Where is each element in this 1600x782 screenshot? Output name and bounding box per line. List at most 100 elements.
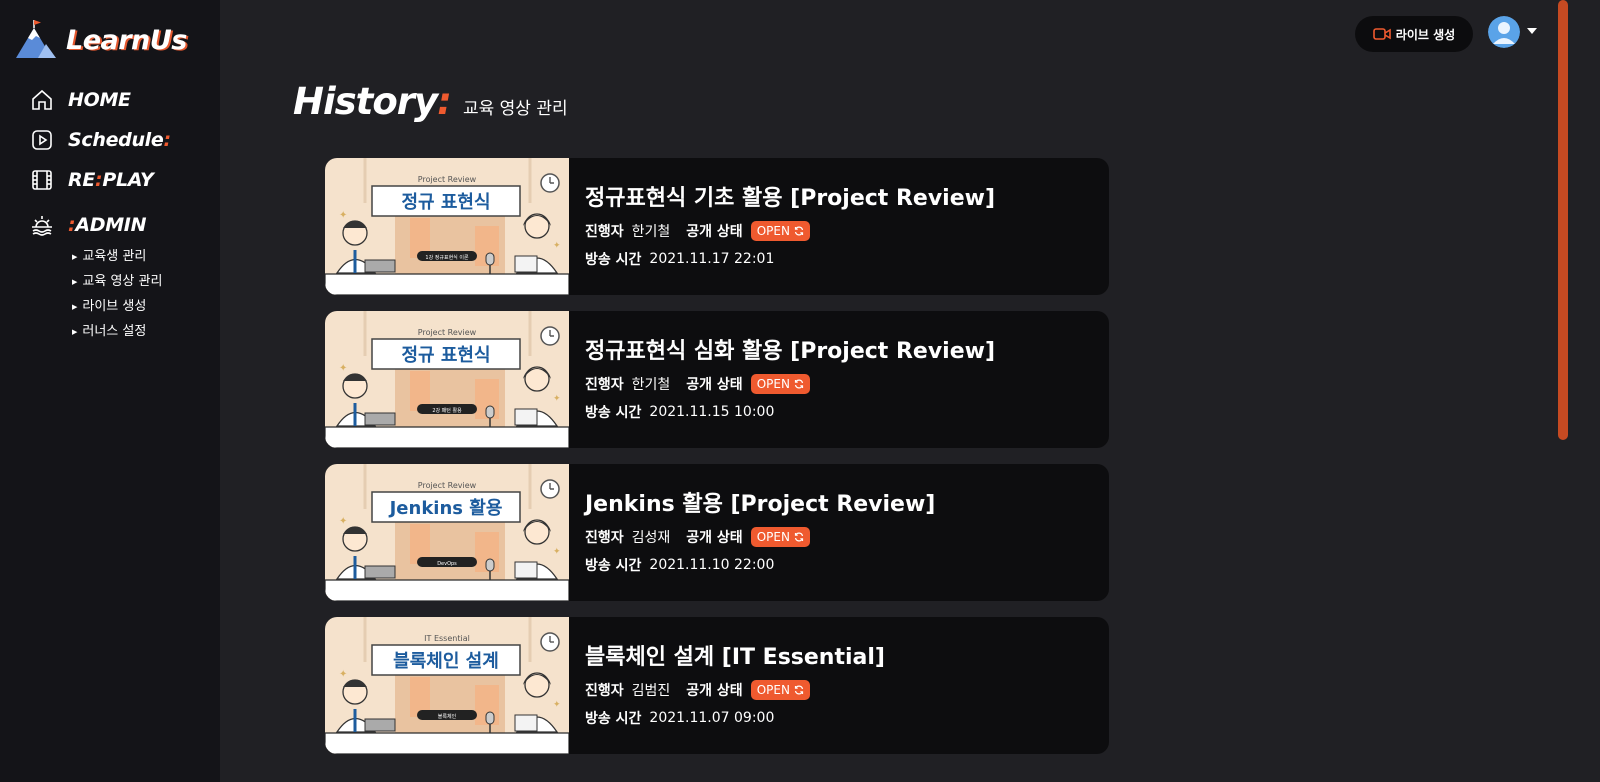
video-card[interactable]: Project Review Jenkins 활용 DevOps ✦ ✦ Jen…	[325, 464, 1109, 601]
sparkle-icon: ✦	[339, 210, 347, 221]
video-time-row: 방송 시간 2021.11.15 10:00	[585, 402, 774, 422]
admin-submenu: ▶ 교육생 관리 ▶ 교육 영상 관리 ▶ 라이브 생성 ▶ 러너스 설정	[72, 244, 162, 344]
nav-admin[interactable]: :ADMIN	[30, 213, 146, 237]
play-square-icon	[32, 130, 52, 150]
thumb-title: 블록체인 설계	[393, 651, 499, 672]
nav-home[interactable]: HOME	[30, 88, 131, 112]
film-icon	[32, 170, 52, 190]
nav-replay-suffix: PLAY	[102, 169, 154, 191]
thumb-series: IT Essential	[424, 634, 470, 643]
video-meta: 진행자 한기철 공개 상태 OPEN	[585, 221, 810, 241]
page-title-text: History	[293, 80, 438, 123]
thumb-series: Project Review	[418, 481, 477, 490]
time-value: 2021.11.07 09:00	[649, 710, 775, 726]
avatar[interactable]	[1488, 16, 1520, 48]
sparkle-icon: ✦	[553, 241, 561, 251]
status-badge[interactable]: OPEN	[750, 680, 810, 700]
thumb-tag: DevOps	[437, 561, 457, 567]
video-title[interactable]: Jenkins 활용 [Project Review]	[585, 486, 935, 518]
chevron-down-icon[interactable]	[1527, 28, 1537, 34]
page-subtitle: 교육 영상 관리	[462, 99, 568, 119]
video-card[interactable]: Project Review 정규 표현식 1강 정규표현식 이론 ✦ ✦ 정규…	[325, 158, 1109, 295]
thumb-tag: 블록체인	[438, 713, 457, 720]
page-title-colon: :	[437, 80, 452, 123]
video-title[interactable]: 정규표현식 기초 활용 [Project Review]	[585, 180, 995, 212]
refresh-icon	[794, 685, 804, 695]
caret-right-icon: ▶	[72, 302, 78, 311]
submenu-label: 교육생 관리	[82, 248, 147, 264]
video-meta: 진행자 김성재 공개 상태 OPEN	[585, 527, 810, 547]
nav-schedule-colon: :	[163, 129, 172, 151]
host-label: 진행자	[585, 683, 624, 699]
submenu-label: 라이브 생성	[82, 298, 147, 314]
thumb-title: 정규 표현식	[401, 345, 490, 366]
video-title[interactable]: 블록체인 설계 [IT Essential]	[585, 639, 885, 671]
user-avatar-icon	[1488, 16, 1520, 48]
video-camera-icon	[1372, 28, 1391, 40]
caret-right-icon: ▶	[72, 277, 78, 286]
submenu-item[interactable]: ▶ 교육 영상 관리	[72, 269, 162, 294]
video-thumbnail[interactable]: Project Review 정규 표현식 1강 정규표현식 이론 ✦ ✦	[325, 158, 569, 295]
mountain-flag-icon	[16, 20, 56, 58]
video-time-row: 방송 시간 2021.11.10 22:00	[585, 555, 774, 575]
sidebar: LearnUs HOME Schedule: RE:PLAY :ADMIN ▶ …	[0, 0, 220, 782]
nav-admin-label: ADMIN	[75, 214, 147, 236]
host-label: 진행자	[585, 224, 624, 240]
home-icon	[32, 89, 52, 110]
brand-name: LearnUs	[66, 24, 187, 56]
video-thumbnail[interactable]: IT Essential 블록체인 설계 블록체인 ✦ ✦	[325, 617, 569, 754]
status-label: 공개 상태	[686, 224, 743, 240]
time-value: 2021.11.17 22:01	[649, 251, 775, 267]
status-label: 공개 상태	[686, 377, 743, 393]
time-value: 2021.11.10 22:00	[649, 557, 775, 573]
caret-right-icon: ▶	[72, 252, 78, 261]
status-label: 공개 상태	[686, 530, 743, 546]
brand-logo[interactable]: LearnUs	[14, 20, 187, 60]
submenu-label: 러너스 설정	[82, 323, 147, 339]
status-label: 공개 상태	[686, 683, 743, 699]
video-meta: 진행자 김범진 공개 상태 OPEN	[585, 680, 810, 700]
submenu-label: 교육 영상 관리	[82, 273, 163, 289]
host-value: 김범진	[631, 683, 671, 699]
video-time-row: 방송 시간 2021.11.07 09:00	[585, 708, 774, 728]
nav-replay[interactable]: RE:PLAY	[30, 168, 154, 192]
time-label: 방송 시간	[585, 711, 642, 727]
video-meta: 진행자 한기철 공개 상태 OPEN	[585, 374, 810, 394]
video-thumbnail[interactable]: Project Review 정규 표현식 2강 패턴 활용 ✦ ✦	[325, 311, 569, 448]
submenu-item[interactable]: ▶ 교육생 관리	[72, 244, 162, 269]
caret-right-icon: ▶	[72, 327, 78, 336]
time-label: 방송 시간	[585, 252, 642, 268]
thumb-tag: 2강 패턴 활용	[432, 407, 462, 414]
sparkle-icon: ✦	[339, 363, 347, 374]
nav-replay-prefix: RE	[68, 169, 96, 191]
nav-schedule-label: Schedule	[68, 129, 164, 151]
video-card[interactable]: Project Review 정규 표현식 2강 패턴 활용 ✦ ✦ 정규표현식…	[325, 311, 1109, 448]
page-title: History: 교육 영상 관리	[293, 80, 568, 123]
host-value: 한기철	[631, 224, 671, 240]
video-card[interactable]: IT Essential 블록체인 설계 블록체인 ✦ ✦ 블록체인 설계 [I…	[325, 617, 1109, 754]
status-badge[interactable]: OPEN	[750, 221, 810, 241]
submenu-item[interactable]: ▶ 러너스 설정	[72, 319, 162, 344]
submenu-item[interactable]: ▶ 라이브 생성	[72, 294, 162, 319]
sparkle-icon: ✦	[339, 669, 347, 680]
nav-schedule[interactable]: Schedule:	[30, 128, 171, 152]
status-badge[interactable]: OPEN	[750, 527, 810, 547]
thumb-series: Project Review	[418, 328, 477, 337]
host-value: 김성재	[631, 530, 671, 546]
video-title[interactable]: 정규표현식 심화 활용 [Project Review]	[585, 333, 995, 365]
sunrise-icon	[32, 216, 52, 236]
time-label: 방송 시간	[585, 558, 642, 574]
thumb-series: Project Review	[418, 175, 477, 184]
scrollbar[interactable]	[1558, 0, 1568, 440]
status-badge[interactable]: OPEN	[750, 374, 810, 394]
sparkle-icon: ✦	[553, 394, 561, 404]
create-live-button[interactable]: 라이브 생성	[1355, 16, 1473, 52]
sparkle-icon: ✦	[553, 547, 561, 557]
create-live-label: 라이브 생성	[1395, 27, 1456, 42]
host-label: 진행자	[585, 377, 624, 393]
refresh-icon	[794, 379, 804, 389]
refresh-icon	[794, 226, 804, 236]
video-thumbnail[interactable]: Project Review Jenkins 활용 DevOps ✦ ✦	[325, 464, 569, 601]
thumb-title: Jenkins 활용	[388, 498, 503, 519]
sparkle-icon: ✦	[339, 516, 347, 527]
